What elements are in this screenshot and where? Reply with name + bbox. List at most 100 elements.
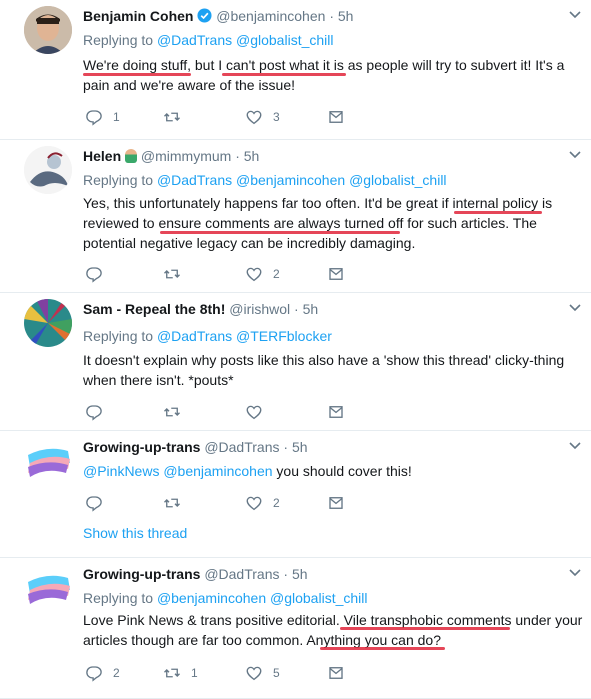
reply-icon <box>86 267 102 283</box>
tweet-text-line: you should cover this! <box>272 463 412 479</box>
show-thread-link[interactable]: Show this thread <box>83 525 187 541</box>
reply-button[interactable]: 1 <box>85 108 120 126</box>
message-button[interactable] <box>327 265 345 283</box>
mention-link[interactable]: @DadTrans <box>157 172 232 188</box>
reply-button[interactable]: 2 <box>85 664 120 682</box>
like-count: 3 <box>273 110 280 124</box>
user-handle[interactable]: @DadTrans <box>204 566 279 582</box>
timestamp[interactable]: · 5h <box>283 566 307 582</box>
like-icon <box>246 267 262 282</box>
chevron-down-icon[interactable] <box>567 299 583 315</box>
mention-link[interactable]: @globalist_chill <box>270 590 367 606</box>
timestamp[interactable]: · 5h <box>235 148 259 164</box>
mention-link[interactable]: @globalist_chill <box>349 172 446 188</box>
reply-icon <box>86 496 102 512</box>
display-name[interactable]: Growing-up-trans <box>83 439 200 455</box>
message-button[interactable] <box>327 494 345 512</box>
replying-label: Replying to <box>83 590 154 606</box>
like-button[interactable] <box>245 403 273 421</box>
tweet-actions <box>85 403 385 421</box>
message-button[interactable] <box>327 664 345 682</box>
like-icon <box>246 666 262 681</box>
timestamp[interactable]: · 5h <box>294 301 318 317</box>
retweet-icon <box>164 112 180 122</box>
reply-count: 2 <box>113 666 120 680</box>
highlight-underline <box>83 73 191 76</box>
replying-to: Replying to @benjamincohen @globalist_ch… <box>83 590 367 606</box>
retweet-button[interactable] <box>163 265 191 283</box>
tweet-text-line: It doesn't explain why posts like this a… <box>83 352 565 368</box>
display-name[interactable]: Helen <box>83 148 121 164</box>
retweet-icon <box>164 498 180 508</box>
mention-link[interactable]: @DadTrans <box>157 32 232 48</box>
display-name[interactable]: Sam - Repeal the 8th! <box>83 301 225 317</box>
message-button[interactable] <box>327 403 345 421</box>
retweet-button[interactable] <box>163 403 191 421</box>
mention-link[interactable]: @TERFblocker <box>236 328 332 344</box>
retweet-icon <box>164 269 180 279</box>
mention-link[interactable]: @PinkNews <box>83 463 159 479</box>
reply-button[interactable] <box>85 403 113 421</box>
reply-icon <box>86 405 102 421</box>
chevron-down-icon[interactable] <box>567 6 583 22</box>
timestamp[interactable]: · 5h <box>329 8 353 24</box>
tweet-actions: 2 1 5 <box>85 664 385 682</box>
tweet-text: @PinkNews @benjamincohen you should cove… <box>83 463 412 479</box>
like-icon <box>246 496 262 511</box>
tweet-text: Love Pink News & trans positive editoria… <box>83 610 583 650</box>
avatar[interactable] <box>24 146 72 194</box>
replying-label: Replying to <box>83 172 154 188</box>
mention-link[interactable]: @benjamincohen <box>236 172 345 188</box>
chevron-down-icon[interactable] <box>567 564 583 580</box>
avatar[interactable] <box>24 299 72 347</box>
like-button[interactable]: 3 <box>245 108 280 126</box>
message-icon <box>329 268 343 280</box>
avatar[interactable] <box>24 437 72 485</box>
tweet-header: Benjamin Cohen @benjamincohen · 5h <box>83 8 353 26</box>
tweet-5[interactable]: Growing-up-trans @DadTrans · 5h Replying… <box>0 558 591 699</box>
retweet-button[interactable] <box>163 108 191 126</box>
display-name[interactable]: Growing-up-trans <box>83 566 200 582</box>
reply-icon <box>86 666 102 682</box>
message-button[interactable] <box>327 108 345 126</box>
mermaid-emoji-icon <box>125 149 138 163</box>
reply-button[interactable] <box>85 494 113 512</box>
like-button[interactable]: 2 <box>245 494 280 512</box>
like-count: 5 <box>273 666 280 680</box>
retweet-button[interactable]: 1 <box>163 664 198 682</box>
tweet-3[interactable]: Sam - Repeal the 8th! @irishwol · 5h Rep… <box>0 293 591 431</box>
user-handle[interactable]: @DadTrans <box>204 439 279 455</box>
mention-link[interactable]: @benjamincohen <box>157 590 266 606</box>
highlight-underline <box>222 73 346 76</box>
mention-link[interactable]: @benjamincohen <box>163 463 272 479</box>
user-handle[interactable]: @irishwol <box>229 301 290 317</box>
user-handle[interactable]: @mimmymum <box>141 148 231 164</box>
user-handle[interactable]: @benjamincohen <box>216 8 325 24</box>
tweet-actions: 2 <box>85 265 385 283</box>
message-icon <box>329 111 343 123</box>
tweet-1[interactable]: Benjamin Cohen @benjamincohen · 5h Reply… <box>0 0 591 140</box>
mention-link[interactable]: @DadTrans <box>157 328 232 344</box>
like-button[interactable]: 2 <box>245 265 280 283</box>
replying-to: Replying to @DadTrans @TERFblocker <box>83 328 332 344</box>
display-name[interactable]: Benjamin Cohen <box>83 8 193 24</box>
replying-to: Replying to @DadTrans @benjamincohen @gl… <box>83 172 447 188</box>
retweet-button[interactable] <box>163 494 191 512</box>
retweet-count: 1 <box>191 666 198 680</box>
tweet-actions: 2 <box>85 494 385 512</box>
highlight-underline <box>454 211 542 214</box>
avatar[interactable] <box>24 6 72 54</box>
tweet-4[interactable]: Growing-up-trans @DadTrans · 5h @PinkNew… <box>0 431 591 558</box>
tweet-2[interactable]: Helen @mimmymum · 5h Replying to @DadTra… <box>0 140 591 293</box>
tweet-actions: 1 3 <box>85 108 385 126</box>
reply-button[interactable] <box>85 265 113 283</box>
retweet-icon <box>164 407 180 417</box>
chevron-down-icon[interactable] <box>567 437 583 453</box>
like-button[interactable]: 5 <box>245 664 280 682</box>
chevron-down-icon[interactable] <box>567 146 583 162</box>
message-icon <box>329 667 343 679</box>
timestamp[interactable]: · 5h <box>283 439 307 455</box>
mention-link[interactable]: @globalist_chill <box>236 32 333 48</box>
highlight-underline <box>320 647 445 650</box>
avatar[interactable] <box>24 564 72 612</box>
